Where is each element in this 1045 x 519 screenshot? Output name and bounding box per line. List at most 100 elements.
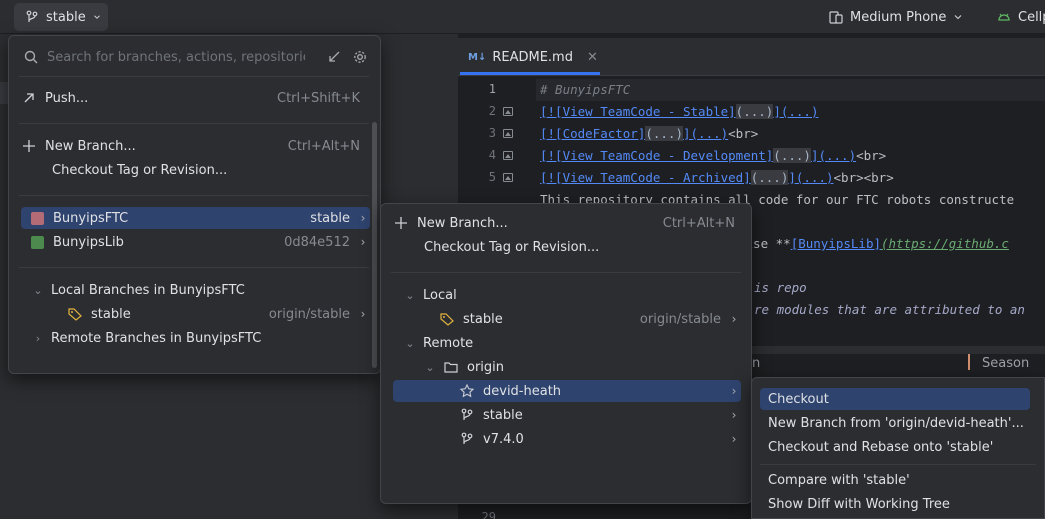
code-link[interactable]: [![View TeamCode - Development]: [540, 148, 773, 163]
code-link[interactable]: [![CodeFactor]: [540, 126, 645, 141]
compare-action[interactable]: Compare with 'stable': [760, 469, 1030, 491]
close-icon[interactable]: ✕: [587, 50, 598, 65]
show-diff-action[interactable]: Show Diff with Working Tree: [760, 493, 1030, 515]
local-branch-stable[interactable]: stable origin/stable ›: [21, 303, 370, 325]
chevron-down-icon: ⌄: [405, 336, 415, 350]
separator: [19, 76, 369, 77]
line-number: 29: [481, 510, 496, 519]
repo-item-bunyipslib[interactable]: BunyipsLib 0d84e512 ›: [21, 231, 370, 253]
new-branch-label: New Branch...: [45, 138, 136, 154]
remote-name: origin: [467, 359, 505, 375]
chevron-right-icon: ›: [731, 432, 737, 446]
checkout-action[interactable]: Checkout: [760, 388, 1030, 410]
folded-region[interactable]: (...): [773, 148, 811, 163]
code-link[interactable]: [![View TeamCode - Archived]: [540, 170, 751, 185]
action-label: New Branch from 'origin/devid-heath'...: [768, 415, 1024, 431]
checkout-tag-action[interactable]: Checkout Tag or Revision...: [393, 236, 741, 258]
remote-branch-devid-heath[interactable]: devid-heath ›: [393, 380, 741, 402]
run-config-selector[interactable]: Cellp: [996, 5, 1045, 29]
checkout-tag-label: Checkout Tag or Revision...: [424, 239, 600, 255]
remote-origin-group[interactable]: ⌄ origin: [393, 356, 741, 378]
popup-scrollbar[interactable]: [372, 122, 377, 368]
image-preview-icon[interactable]: [503, 107, 513, 116]
new-branch-action[interactable]: New Branch... Ctrl+Alt+N: [393, 212, 741, 234]
new-branch-from-action[interactable]: New Branch from 'origin/devid-heath'...: [760, 412, 1030, 434]
device-label: Medium Phone: [850, 9, 947, 25]
repo-submenu: New Branch... Ctrl+Alt+N Checkout Tag or…: [380, 203, 752, 504]
line-number: 2: [488, 104, 496, 118]
local-branches-group[interactable]: ⌄ Local Branches in BunyipsFTC: [21, 279, 370, 301]
search-input[interactable]: Search for branches, actions, repositori…: [47, 50, 305, 65]
code-line: [![View TeamCode - Archived](...)](...)<…: [540, 167, 894, 189]
code-url[interactable]: (https://github.c: [881, 236, 1009, 251]
git-branch-icon: [24, 9, 40, 25]
branch-widget[interactable]: stable: [14, 3, 108, 31]
separator: [391, 272, 741, 273]
code-tag: <br>: [728, 126, 759, 141]
code-link[interactable]: ](...): [683, 126, 728, 141]
repo-item-bunyipsftc[interactable]: BunyipsFTC stable ›: [21, 207, 370, 229]
checkout-tag-action[interactable]: Checkout Tag or Revision...: [21, 159, 366, 181]
separator: [760, 464, 1036, 465]
repo-color-swatch: [31, 211, 44, 225]
code-line: re modules that are attributed to an: [754, 302, 1025, 317]
image-preview-icon[interactable]: [503, 129, 513, 138]
tab-readme[interactable]: M↓ README.md ✕: [468, 45, 598, 69]
branch-widget-label: stable: [46, 9, 86, 25]
remote-group[interactable]: ⌄ Remote: [393, 332, 741, 354]
star-icon: [459, 383, 475, 399]
code-line: [![View TeamCode - Stable](...)](...): [540, 101, 818, 123]
chevron-right-icon: ›: [360, 235, 366, 249]
code-link[interactable]: ](...): [811, 148, 856, 163]
repo-name: BunyipsFTC: [53, 210, 129, 226]
chevron-down-icon: ⌄: [405, 288, 415, 302]
chevron-right-icon: ›: [35, 331, 41, 345]
checkout-rebase-action[interactable]: Checkout and Rebase onto 'stable': [760, 436, 1030, 458]
action-label: Checkout: [768, 391, 829, 407]
remote-branch-v7-4-0[interactable]: v7.4.0 ›: [393, 428, 741, 450]
folded-region[interactable]: (...): [645, 126, 683, 141]
local-group[interactable]: ⌄ Local: [393, 284, 741, 306]
group-label: Remote Branches in BunyipsFTC: [51, 330, 262, 346]
new-branch-label: New Branch...: [417, 215, 508, 231]
branches-popup: Search for branches, actions, repositori…: [8, 35, 381, 374]
android-icon: [996, 9, 1012, 25]
separator: [19, 195, 369, 196]
remote-branches-group[interactable]: › Remote Branches in BunyipsFTC: [21, 327, 370, 349]
code-link[interactable]: [BunyipsLib]: [791, 236, 881, 251]
branch-name: stable: [91, 306, 131, 322]
line-number: 4: [488, 148, 496, 162]
chevron-down-icon: ⌄: [33, 283, 43, 297]
checkout-tag-label: Checkout Tag or Revision...: [52, 162, 228, 178]
plus-icon: [21, 138, 37, 154]
line-number: 3: [488, 126, 496, 140]
folded-region[interactable]: (...): [735, 104, 774, 119]
search-icon: [23, 49, 39, 65]
branch-name: v7.4.0: [483, 431, 524, 447]
folded-region[interactable]: (...): [750, 170, 789, 185]
remote-branch-stable[interactable]: stable ›: [393, 404, 741, 426]
chevron-right-icon: ›: [731, 312, 737, 326]
code-link[interactable]: ](...): [773, 104, 818, 119]
chevron-down-icon: [92, 9, 102, 25]
tracking-branch: origin/stable: [268, 306, 350, 322]
code-link[interactable]: [![View TeamCode - Stable]: [540, 104, 736, 119]
push-action[interactable]: Push... Ctrl+Shift+K: [21, 87, 366, 109]
code-line: is repo: [754, 280, 807, 295]
local-branch-stable[interactable]: stable origin/stable ›: [393, 308, 741, 330]
code-line: [![View TeamCode - Development](...)](..…: [540, 145, 886, 167]
device-selector[interactable]: Medium Phone: [828, 5, 964, 29]
new-branch-action[interactable]: New Branch... Ctrl+Alt+N: [21, 135, 366, 157]
branch-search[interactable]: Search for branches, actions, repositori…: [23, 45, 368, 69]
code-line: # BunyipsFTC: [540, 82, 631, 97]
collapse-icon[interactable]: [326, 49, 342, 65]
image-preview-icon[interactable]: [503, 151, 513, 160]
repo-branch: 0d84e512: [284, 234, 350, 250]
tab-label: README.md: [492, 49, 573, 65]
line-number: 1: [488, 82, 496, 96]
gear-icon[interactable]: [352, 49, 368, 65]
chevron-right-icon: ›: [360, 307, 366, 321]
push-label: Push...: [45, 90, 89, 106]
code-link[interactable]: ](...): [788, 170, 833, 185]
image-preview-icon[interactable]: [503, 173, 513, 182]
